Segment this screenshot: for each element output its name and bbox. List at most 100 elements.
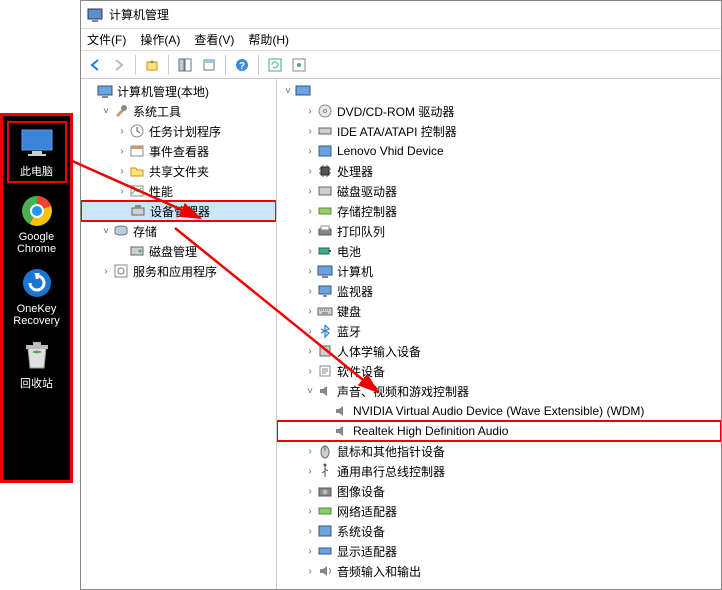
tree-node-battery[interactable]: ›电池 [277, 241, 721, 261]
tree-node-usb[interactable]: ›通用串行总线控制器 [277, 461, 721, 481]
collapse-icon[interactable]: ˅ [99, 226, 113, 237]
monitor-icon [317, 283, 333, 299]
tree-node-cpu[interactable]: ›处理器 [277, 161, 721, 181]
up-button[interactable] [142, 55, 162, 75]
collapse-icon[interactable]: ˅ [303, 386, 317, 397]
tree-node-pc-root[interactable]: ˅ [277, 81, 721, 101]
tree-node-system-dev[interactable]: ›系统设备 [277, 521, 721, 541]
menu-action[interactable]: 操作(A) [140, 31, 180, 48]
desktop-icon-recycle[interactable]: 回收站 [7, 337, 67, 391]
desktop-icon-chrome[interactable]: Google Chrome [7, 193, 67, 255]
expand-icon[interactable]: › [303, 526, 317, 537]
tree-node-bluetooth[interactable]: ›蓝牙 [277, 321, 721, 341]
tree-node-network[interactable]: ›网络适配器 [277, 501, 721, 521]
tree-node-device-manager[interactable]: › 设备管理器 [81, 201, 276, 221]
expand-icon[interactable]: › [303, 326, 317, 337]
services-icon [113, 263, 129, 279]
expand-icon[interactable]: › [303, 226, 317, 237]
window-title: 计算机管理 [109, 6, 169, 23]
tree-node-disk-drives[interactable]: ›磁盘驱动器 [277, 181, 721, 201]
expand-icon[interactable]: › [303, 126, 317, 137]
expand-icon[interactable]: › [303, 166, 317, 177]
refresh-button[interactable] [265, 55, 285, 75]
tree-node-sound-controllers[interactable]: ˅声音、视频和游戏控制器 [277, 381, 721, 401]
tree-node-root[interactable]: ▸ 计算机管理(本地) [81, 81, 276, 101]
tree-node-performance[interactable]: › 性能 [81, 181, 276, 201]
speaker-icon [317, 383, 333, 399]
back-button[interactable] [85, 55, 105, 75]
properties-button[interactable] [199, 55, 219, 75]
desktop-icon-label: 此电脑 [20, 163, 53, 179]
battery-icon [317, 243, 333, 259]
desktop-icon-this-pc[interactable]: 此电脑 [7, 121, 67, 183]
expand-icon[interactable]: › [115, 166, 129, 177]
tree-node-imaging[interactable]: ›图像设备 [277, 481, 721, 501]
expand-icon[interactable]: › [99, 266, 113, 277]
tree-node-disk-mgmt[interactable]: › 磁盘管理 [81, 241, 276, 261]
tree-node-lenovo[interactable]: ›Lenovo Vhid Device [277, 141, 721, 161]
network-icon [317, 503, 333, 519]
expand-icon[interactable]: › [303, 366, 317, 377]
expand-icon[interactable]: › [303, 506, 317, 517]
chrome-icon [19, 193, 55, 229]
speaker-icon [333, 423, 349, 439]
expand-icon[interactable]: › [303, 286, 317, 297]
tree-node-display[interactable]: ›显示适配器 [277, 541, 721, 561]
expand-icon[interactable]: › [303, 206, 317, 217]
expand-icon[interactable]: › [303, 566, 317, 577]
tools-icon [113, 103, 129, 119]
tree-node-services[interactable]: › 服务和应用程序 [81, 261, 276, 281]
expand-icon[interactable]: › [115, 126, 129, 137]
expand-icon[interactable]: › [303, 306, 317, 317]
speaker-icon [333, 403, 349, 419]
tree-node-print-queue[interactable]: ›打印队列 [277, 221, 721, 241]
usb-icon [317, 463, 333, 479]
tree-node-hid[interactable]: ›人体学输入设备 [277, 341, 721, 361]
tree-node-shared-folders[interactable]: › 共享文件夹 [81, 161, 276, 181]
menu-view[interactable]: 查看(V) [194, 31, 234, 48]
right-tree-pane[interactable]: ˅ ›DVD/CD-ROM 驱动器 ›IDE ATA/ATAPI 控制器 ›Le… [277, 79, 721, 589]
tree-node-task-scheduler[interactable]: › 任务计划程序 [81, 121, 276, 141]
tree-node-audio-io[interactable]: ›音频输入和输出 [277, 561, 721, 581]
collapse-icon[interactable]: ˅ [281, 86, 295, 97]
menu-file[interactable]: 文件(F) [87, 31, 126, 48]
expand-icon[interactable]: › [303, 146, 317, 157]
collapse-icon[interactable]: ˅ [99, 106, 113, 117]
tree-node-dvd[interactable]: ›DVD/CD-ROM 驱动器 [277, 101, 721, 121]
menu-bar: 文件(F) 操作(A) 查看(V) 帮助(H) [81, 29, 721, 51]
tree-node-monitor[interactable]: ›监视器 [277, 281, 721, 301]
expand-icon[interactable]: › [303, 186, 317, 197]
expand-icon[interactable]: › [303, 246, 317, 257]
tree-node-nvidia-audio[interactable]: ›NVIDIA Virtual Audio Device (Wave Exten… [277, 401, 721, 421]
expand-icon[interactable]: › [303, 266, 317, 277]
expand-icon[interactable]: › [303, 106, 317, 117]
expand-icon[interactable]: › [303, 346, 317, 357]
tree-node-storage[interactable]: ˅ 存储 [81, 221, 276, 241]
forward-button[interactable] [109, 55, 129, 75]
event-icon [129, 143, 145, 159]
tree-node-system-tools[interactable]: ˅ 系统工具 [81, 101, 276, 121]
expand-icon[interactable]: › [303, 546, 317, 557]
action-button[interactable] [289, 55, 309, 75]
desktop-icon-onekey[interactable]: OneKey Recovery [7, 265, 67, 327]
tree-node-event-viewer[interactable]: › 事件查看器 [81, 141, 276, 161]
menu-help[interactable]: 帮助(H) [248, 31, 289, 48]
tree-node-software-dev[interactable]: ›软件设备 [277, 361, 721, 381]
expand-icon[interactable]: › [303, 446, 317, 457]
computer-mgmt-icon [97, 83, 113, 99]
show-hide-tree-button[interactable] [175, 55, 195, 75]
help-button[interactable]: ? [232, 55, 252, 75]
tree-node-mouse[interactable]: ›鼠标和其他指针设备 [277, 441, 721, 461]
tree-node-realtek-audio[interactable]: ›Realtek High Definition Audio [277, 421, 721, 441]
tree-node-storage-ctrl[interactable]: ›存储控制器 [277, 201, 721, 221]
expand-icon[interactable]: › [115, 186, 129, 197]
app-icon [87, 7, 103, 23]
expand-icon[interactable]: › [115, 146, 129, 157]
expand-icon[interactable]: › [303, 486, 317, 497]
expand-icon[interactable]: › [303, 466, 317, 477]
left-tree-pane[interactable]: ▸ 计算机管理(本地) ˅ 系统工具 › 任务计划程序 › 事件查看器 › [81, 79, 277, 589]
tree-node-keyboard[interactable]: ›键盘 [277, 301, 721, 321]
desktop-icon-label: 回收站 [20, 375, 53, 391]
tree-node-computer[interactable]: ›计算机 [277, 261, 721, 281]
tree-node-ide[interactable]: ›IDE ATA/ATAPI 控制器 [277, 121, 721, 141]
